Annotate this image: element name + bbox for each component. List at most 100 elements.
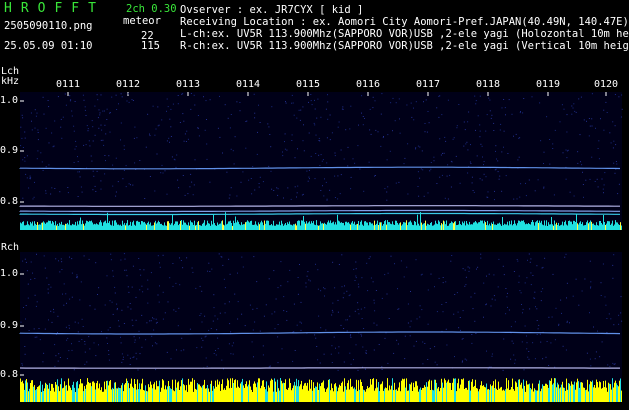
- noise-speck: [354, 280, 356, 281]
- lch-level-bar: [466, 221, 467, 230]
- noise-speck: [26, 177, 28, 179]
- lch-level-bar: [312, 223, 313, 230]
- noise-speck: [71, 272, 73, 274]
- lch-level-bar: [326, 224, 327, 230]
- rch-level-bar: [155, 389, 156, 402]
- rch-level-bar: [429, 379, 430, 402]
- rch-level-bar: [507, 388, 508, 402]
- noise-speck: [528, 358, 530, 360]
- lch-level-bar: [426, 225, 427, 230]
- noise-speck: [115, 191, 117, 193]
- noise-speck: [74, 101, 76, 102]
- rch-level-bar: [41, 391, 42, 402]
- lch-level-bar: [245, 222, 246, 230]
- lch-level-bar: [56, 225, 57, 230]
- noise-speck: [299, 321, 301, 323]
- noise-speck: [614, 94, 616, 95]
- rch-level-bar: [532, 383, 533, 402]
- lch-level-bar: [30, 221, 31, 230]
- rch-level-bar: [117, 388, 118, 402]
- noise-speck: [271, 313, 273, 315]
- noise-speck: [97, 99, 99, 101]
- lch-level-bar: [224, 225, 225, 230]
- lch-level-bar: [177, 221, 178, 230]
- lch-level-bar: [200, 225, 201, 230]
- noise-speck: [552, 143, 554, 145]
- lch-level-bar: [548, 222, 549, 230]
- lch-level-bar: [283, 225, 284, 230]
- noise-speck: [394, 263, 395, 265]
- lch-level-bar: [78, 224, 79, 230]
- lch-level-bar: [334, 224, 335, 230]
- rch-level-bar: [438, 387, 439, 402]
- rch-level-bar: [167, 386, 168, 402]
- noise-speck: [527, 356, 529, 358]
- noise-speck: [283, 296, 285, 298]
- noise-speck: [224, 104, 226, 106]
- noise-speck: [34, 181, 35, 183]
- noise-speck: [350, 176, 352, 178]
- noise-speck: [462, 360, 463, 362]
- noise-speck: [297, 277, 299, 278]
- noise-speck: [422, 169, 424, 171]
- noise-speck: [360, 308, 362, 310]
- noise-speck: [308, 169, 310, 171]
- lch-level-bar: [537, 220, 538, 230]
- noise-speck: [232, 150, 234, 152]
- rch-level-bar: [386, 388, 387, 402]
- lch-level-bar: [185, 222, 186, 230]
- rch-level-bar: [154, 382, 155, 402]
- noise-speck: [24, 353, 26, 355]
- lch-level-bar: [550, 224, 551, 230]
- noise-speck: [213, 294, 215, 296]
- lch-level-bar: [533, 222, 534, 230]
- noise-speck: [340, 174, 342, 176]
- noise-speck: [586, 120, 587, 122]
- lch-level-bar: [509, 221, 510, 230]
- noise-speck: [375, 129, 377, 131]
- rch-level-bar: [593, 387, 594, 402]
- noise-speck: [41, 161, 43, 163]
- rch-level-bar: [136, 389, 137, 402]
- noise-speck: [370, 277, 372, 279]
- rch-level-bar: [608, 382, 609, 402]
- rch-level-bar: [315, 386, 316, 402]
- rch-level-bar: [604, 387, 605, 402]
- noise-speck: [217, 127, 219, 129]
- noise-speck: [37, 139, 39, 141]
- noise-speck: [25, 318, 26, 320]
- lch-level-bar: [619, 225, 620, 230]
- noise-speck: [103, 110, 105, 112]
- noise-speck: [467, 266, 469, 268]
- noise-speck: [179, 284, 181, 286]
- noise-speck: [415, 147, 417, 149]
- lch-level-bar: [291, 224, 292, 230]
- noise-speck: [530, 284, 532, 286]
- rch-level-bar: [53, 387, 54, 402]
- noise-speck: [569, 322, 570, 324]
- rch-level-bar: [299, 386, 300, 402]
- noise-speck: [377, 131, 379, 133]
- noise-speck: [92, 189, 94, 191]
- noise-speck: [518, 156, 520, 158]
- lch-level-bar: [318, 225, 319, 230]
- lch-level-bar: [484, 220, 485, 230]
- rch-level-bar: [101, 387, 102, 402]
- lch-level-bar: [581, 224, 582, 230]
- noise-speck: [479, 130, 481, 132]
- rch-level-bar: [388, 390, 389, 402]
- noise-speck: [44, 328, 46, 330]
- rch-level-bar: [189, 384, 190, 402]
- lch-level-bar: [279, 221, 280, 230]
- noise-speck: [399, 132, 401, 134]
- rch-level-bar: [335, 383, 336, 402]
- rch-level-bar: [97, 380, 98, 402]
- noise-speck: [511, 340, 513, 342]
- noise-speck: [590, 287, 591, 289]
- lch-level-bar: [501, 225, 502, 230]
- rch-level-bar: [379, 391, 380, 402]
- noise-speck: [601, 341, 603, 343]
- rch-level-bar: [179, 390, 180, 402]
- noise-speck: [240, 181, 242, 183]
- lch-level-bar: [355, 224, 356, 230]
